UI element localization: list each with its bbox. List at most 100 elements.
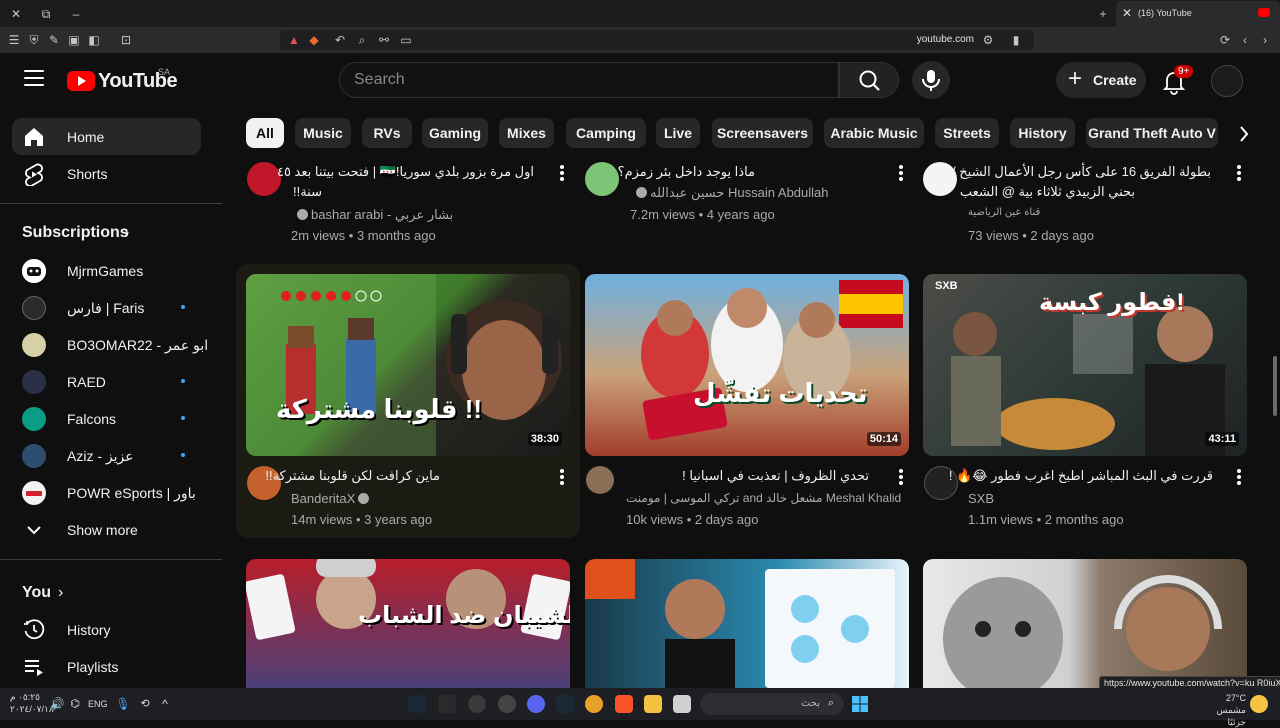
page-scrollbar[interactable] xyxy=(1270,54,1280,688)
video-card[interactable]: ماذا يوجد داخل بئر زمزم؟ حسين عبدالله Hu… xyxy=(585,160,915,230)
close-tab-icon[interactable]: ✕ xyxy=(1122,6,1132,20)
brave-icon[interactable] xyxy=(615,695,633,713)
video-thumbnail[interactable]: قلوبنا مشتركة !! 38:30 xyxy=(246,274,570,456)
video-thumbnail[interactable]: SXB فطور كبسة! 43:11 xyxy=(923,274,1247,456)
edit-icon[interactable]: ✎ xyxy=(46,32,62,48)
tabs-icon[interactable]: ▣ xyxy=(66,32,82,48)
taskbar-search[interactable]: ⌕ بحث xyxy=(700,693,844,715)
steam-icon[interactable] xyxy=(408,695,426,713)
address-bar[interactable]: ▲ ◆ ↶ ⌕ ⚯ ▭ youtube.com ⚙ xyxy=(280,30,1034,50)
weather-widget[interactable]: 27°C مشمس جزئيًا xyxy=(1200,692,1246,728)
discord-icon[interactable] xyxy=(527,695,545,713)
you-heading[interactable]: You › xyxy=(22,584,82,606)
back-history-icon[interactable]: ↶ xyxy=(332,32,348,48)
video-thumbnail[interactable] xyxy=(923,559,1247,688)
chip-gaming[interactable]: Gaming xyxy=(422,118,488,148)
close-window-icon[interactable]: ✕ xyxy=(8,6,24,22)
app-icon[interactable] xyxy=(438,695,456,713)
sidebar-item-subscription[interactable]: فارس | Faris xyxy=(12,289,201,326)
forward-icon[interactable]: › xyxy=(1257,32,1273,48)
video-card[interactable]: تحديات تفشّل 50:14 تحدي الظروف | تعذبت ف… xyxy=(585,274,915,534)
video-thumbnail[interactable]: الشيبان ضد الشباب xyxy=(246,559,570,688)
voice-search-button[interactable] xyxy=(912,61,950,99)
back-icon[interactable]: ‹ xyxy=(1237,32,1253,48)
menu-icon[interactable]: ☰ xyxy=(6,32,22,48)
volume-icon[interactable]: 🔊 xyxy=(48,695,66,713)
channel-avatar[interactable] xyxy=(585,162,619,196)
search-box[interactable] xyxy=(339,62,839,98)
video-card[interactable]: الشيبان ضد الشباب xyxy=(246,559,570,688)
channel-name[interactable]: bashar arabi - بشار عربي xyxy=(294,207,453,223)
sidebar-item-shorts[interactable]: Shorts xyxy=(12,155,201,192)
channel-name[interactable]: تركي الموسى | مومنت and مشعل خالد Meshal… xyxy=(626,491,901,505)
subscriptions-heading[interactable]: Subscriptions › xyxy=(22,224,152,246)
video-title[interactable]: ماين كرافت لكن قلوبنا مشتركة!! xyxy=(265,466,440,485)
steam-app-icon[interactable] xyxy=(556,695,574,713)
sidebar-item-subscription[interactable]: POWR eSports | باور xyxy=(12,474,201,511)
video-card[interactable] xyxy=(923,559,1247,688)
channel-name[interactable]: قناة عين الرياضية xyxy=(968,207,1040,218)
reload-icon[interactable]: ⟳ xyxy=(1217,32,1233,48)
sync-icon[interactable]: ⟲ xyxy=(136,695,154,713)
app-window-icon[interactable] xyxy=(673,695,691,713)
video-title[interactable]: ماذا يوجد داخل بئر زمزم؟ xyxy=(618,162,755,181)
chip-live[interactable]: Live xyxy=(656,118,700,148)
video-card[interactable]: بطولة الفريق 16 على كأس رجل الأعمال الشي… xyxy=(923,160,1253,250)
windows-start-icon[interactable] xyxy=(852,696,868,712)
video-card[interactable] xyxy=(585,559,909,688)
video-card[interactable]: قلوبنا مشتركة !! 38:30 ماين كرافت لكن قل… xyxy=(246,274,576,534)
chip-arabic-music[interactable]: Arabic Music xyxy=(824,118,924,148)
video-title[interactable]: قررت في البث المباشر اطبخ اغرب فطور 😂🔥 ! xyxy=(949,466,1213,485)
browser-tab[interactable]: ✕ (16) YouTube xyxy=(1116,1,1280,27)
bookmark-icon[interactable]: ▮ xyxy=(1008,32,1024,48)
video-title-line2[interactable]: سنة!! xyxy=(293,182,322,201)
minimize-window-icon[interactable]: – xyxy=(68,6,84,22)
more-options-icon[interactable] xyxy=(1229,467,1249,489)
more-options-icon[interactable] xyxy=(891,467,911,489)
brave-shields-icon[interactable]: ◆ xyxy=(306,32,322,48)
video-card[interactable]: SXB فطور كبسة! 43:11 قررت في البث المباش… xyxy=(923,274,1253,534)
site-settings-icon[interactable]: ⚙ xyxy=(980,32,996,48)
language-indicator[interactable]: ENG xyxy=(88,699,108,709)
chevron-up-icon[interactable]: ^ xyxy=(156,695,174,713)
sidebar-item-subscription[interactable]: RAED xyxy=(12,363,201,400)
chip-camping[interactable]: Camping xyxy=(566,118,646,148)
screenshot-icon[interactable]: ⊡ xyxy=(118,32,134,48)
chip-gta-v[interactable]: Grand Theft Auto V xyxy=(1086,118,1218,148)
chips-next-button[interactable] xyxy=(1228,118,1260,150)
new-tab-icon[interactable]: + xyxy=(1095,6,1111,22)
more-options-icon[interactable] xyxy=(552,467,572,489)
chip-history[interactable]: History xyxy=(1010,118,1075,148)
video-title[interactable]: تحدي الظروف | تعذبت في اسبانيا ! xyxy=(682,466,869,485)
chip-music[interactable]: Music xyxy=(295,118,351,148)
chip-streets[interactable]: Streets xyxy=(935,118,999,148)
scrollbar-thumb[interactable] xyxy=(1273,356,1277,416)
chip-screensavers[interactable]: Screensavers xyxy=(712,118,813,148)
sidebar-item-subscription[interactable]: Falcons xyxy=(12,400,201,437)
show-more-button[interactable]: Show more xyxy=(12,511,201,548)
network-icon[interactable]: ⌬ xyxy=(66,695,84,713)
sidebar-item-history[interactable]: History xyxy=(12,611,201,648)
sidebar-item-subscription[interactable]: BO3OMAR22 - ابو عمر xyxy=(12,326,208,363)
search-button[interactable] xyxy=(839,62,899,98)
video-title-line2[interactable]: بحني الزبيدي ثلاثاء بية @ الشعب xyxy=(960,182,1135,201)
channel-avatar[interactable] xyxy=(586,466,614,494)
shield-icon[interactable]: ⛨ xyxy=(26,32,42,48)
video-title[interactable]: اول مرة بزور بلدي سوريا!🇸🇾 | فتحت بيتنا … xyxy=(277,162,534,181)
translate-icon[interactable]: ⚯ xyxy=(376,32,392,48)
maximize-window-icon[interactable]: ⧉ xyxy=(38,6,54,22)
channel-name[interactable]: SXB xyxy=(968,491,994,506)
chip-mixes[interactable]: Mixes xyxy=(499,118,554,148)
sidebar-item-home[interactable]: Home xyxy=(12,118,201,155)
notifications-button[interactable]: 9+ xyxy=(1160,65,1194,96)
more-options-icon[interactable] xyxy=(1229,163,1249,185)
sidebar-item-subscription[interactable]: Aziz - عزيز xyxy=(12,437,201,474)
video-title[interactable]: بطولة الفريق 16 على كأس رجل الأعمال الشي… xyxy=(952,162,1211,181)
guide-menu-icon[interactable] xyxy=(24,70,44,86)
sidebar-icon[interactable]: ◧ xyxy=(86,32,102,48)
sidebar-item-playlists[interactable]: Playlists xyxy=(12,648,201,685)
microphone-tray-icon[interactable]: 🎙 xyxy=(114,695,132,713)
cast-icon[interactable]: ▭ xyxy=(398,32,414,48)
channel-avatar[interactable] xyxy=(247,162,281,196)
search-input[interactable] xyxy=(354,70,814,90)
